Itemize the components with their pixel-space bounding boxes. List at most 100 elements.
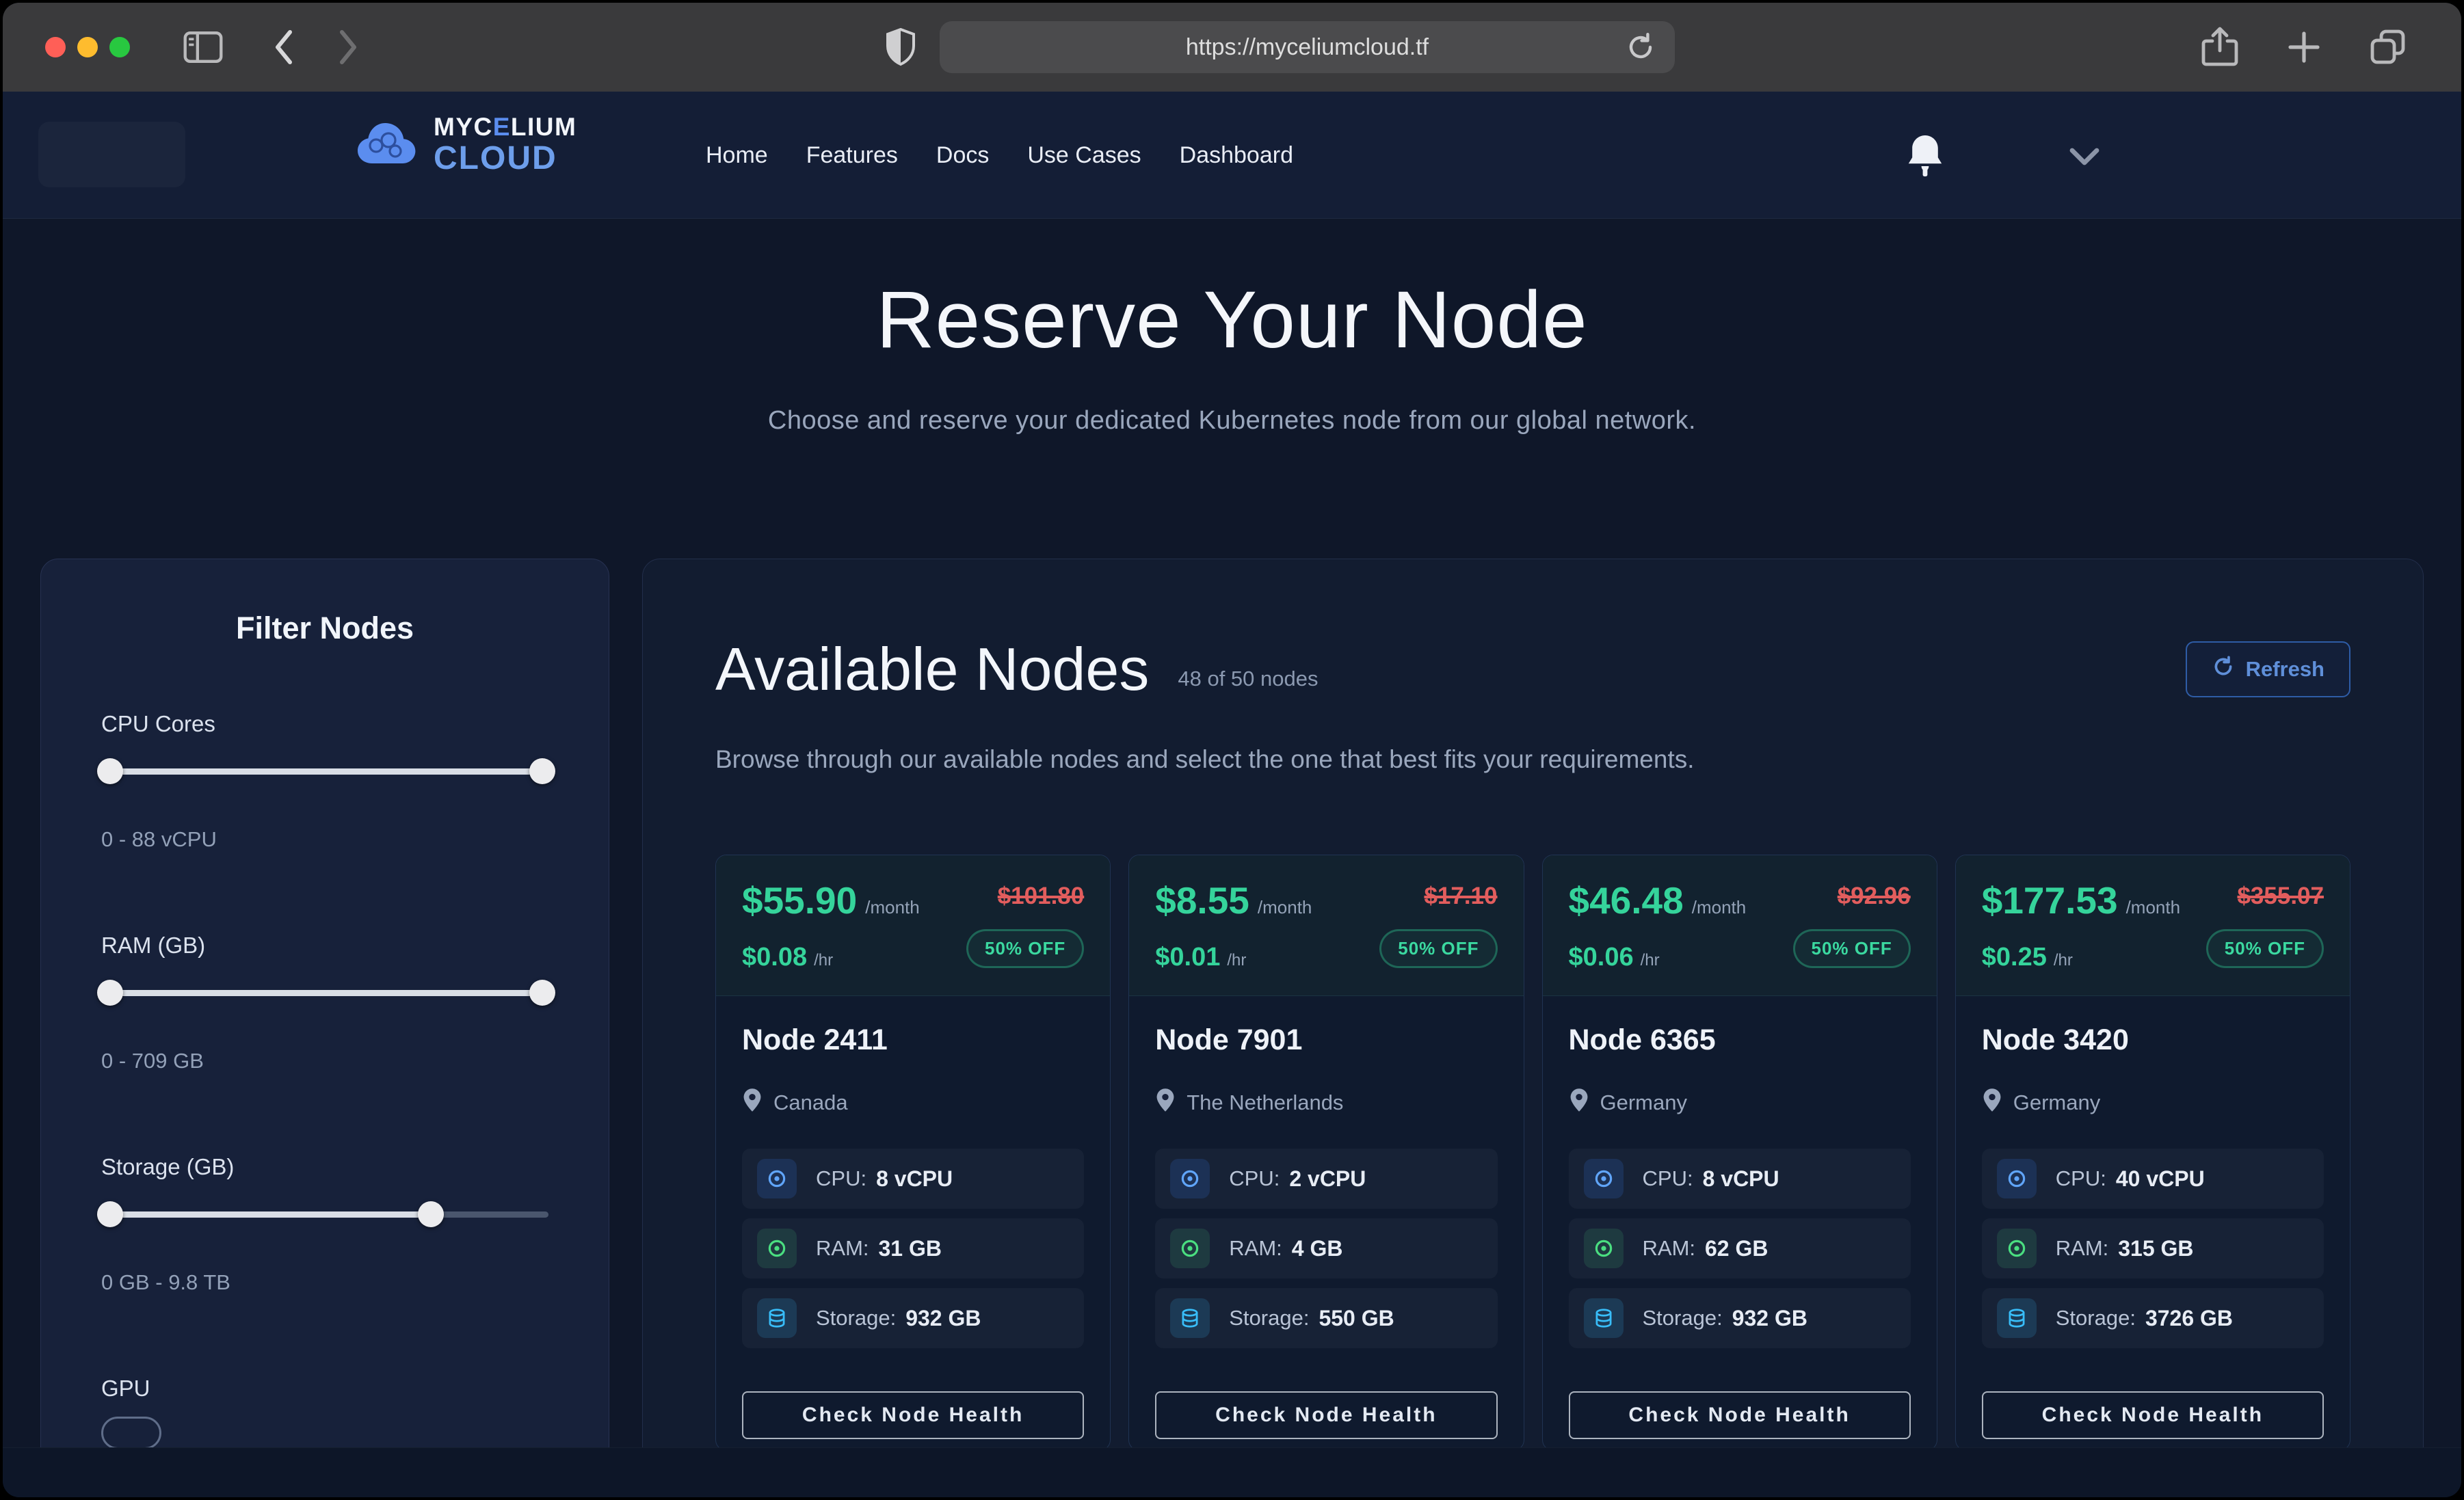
slider-track[interactable]	[101, 990, 548, 996]
ram-slider-min-handle[interactable]	[97, 980, 123, 1006]
brand-text: MYCELIUM CLOUD	[434, 114, 577, 175]
node-name: Node 7901	[1155, 1023, 1497, 1057]
storage-spec-value: 550 GB	[1319, 1306, 1394, 1331]
node-card: $8.55 /month $0.01 /hr $17.10 50% OFF No…	[1128, 855, 1524, 1447]
refresh-button[interactable]: Refresh	[2186, 641, 2350, 697]
storage-icon	[1997, 1298, 2037, 1338]
nav-links: Home Features Docs Use Cases Dashboard	[706, 92, 1293, 219]
ram-label: RAM (GB)	[101, 933, 548, 959]
storage-icon	[757, 1298, 797, 1338]
ram-spec-row: RAM: 62 GB	[1569, 1218, 1911, 1278]
check-node-health-button[interactable]: Check Node Health	[1569, 1391, 1911, 1439]
slider-track[interactable]	[101, 768, 548, 775]
monthly-price: $177.53	[1982, 879, 2118, 922]
cpu-icon	[757, 1159, 797, 1198]
node-pricing-header: $177.53 /month $0.25 /hr $355.07 50% OFF	[1956, 855, 2350, 996]
tab-overview-icon[interactable]	[2368, 26, 2408, 68]
url-text: https://myceliumcloud.tf	[1186, 34, 1429, 61]
cpu-slider-min-handle[interactable]	[97, 758, 123, 784]
reload-icon[interactable]	[1624, 31, 1657, 67]
page-content: MYCELIUM CLOUD Home Features Docs Use Ca…	[3, 92, 2461, 1447]
nav-link-docs[interactable]: Docs	[936, 142, 989, 169]
storage-spec-value: 932 GB	[1732, 1306, 1807, 1331]
privacy-shield-icon[interactable]	[885, 28, 916, 66]
slider-range	[101, 768, 548, 775]
storage-spec-label: Storage:	[1229, 1306, 1309, 1330]
url-bar[interactable]: https://myceliumcloud.tf	[940, 21, 1675, 73]
nav-link-use-cases[interactable]: Use Cases	[1027, 142, 1141, 169]
new-tab-icon[interactable]	[2285, 26, 2323, 68]
cpu-spec-row: CPU: 2 vCPU	[1155, 1149, 1497, 1209]
cpu-spec-row: CPU: 40 vCPU	[1982, 1149, 2324, 1209]
nav-link-features[interactable]: Features	[806, 142, 898, 169]
cpu-spec-row: CPU: 8 vCPU	[1569, 1149, 1911, 1209]
hourly-price: $0.25	[1982, 943, 2047, 972]
ram-slider[interactable]	[101, 979, 548, 1006]
cpu-spec-row: CPU: 8 vCPU	[742, 1149, 1084, 1209]
ram-icon	[1170, 1229, 1210, 1268]
cpu-spec-value: 8 vCPU	[1703, 1166, 1779, 1192]
ram-icon	[1584, 1229, 1624, 1268]
refresh-icon	[2212, 655, 2235, 684]
minimize-window-button[interactable]	[77, 37, 98, 57]
storage-slider[interactable]	[101, 1201, 548, 1228]
node-card-body: Node 3420 Germany CPU: 40 vCPU	[1956, 996, 2350, 1447]
back-icon[interactable]	[272, 29, 295, 65]
forward-icon[interactable]	[336, 29, 360, 65]
storage-label: Storage (GB)	[101, 1154, 548, 1180]
ram-spec-row: RAM: 4 GB	[1155, 1218, 1497, 1278]
ram-spec-value: 31 GB	[879, 1236, 942, 1261]
node-location: The Netherlands	[1187, 1090, 1343, 1115]
sidebar-toggle-icon[interactable]	[183, 31, 223, 64]
navbar-placeholder-block	[38, 122, 185, 187]
monthly-unit: /month	[865, 897, 920, 918]
ram-spec-label: RAM:	[816, 1236, 869, 1261]
node-count: 48 of 50 nodes	[1178, 667, 1318, 691]
node-card: $46.48 /month $0.06 /hr $92.96 50% OFF N…	[1542, 855, 1937, 1447]
available-nodes-title: Available Nodes	[715, 634, 1149, 704]
close-window-button[interactable]	[45, 37, 66, 57]
filter-panel: Filter Nodes CPU Cores 0 - 88 vCPU	[40, 559, 609, 1447]
hourly-unit: /hr	[2054, 951, 2073, 970]
page-title: Reserve Your Node	[3, 219, 2461, 366]
ram-slider-max-handle[interactable]	[529, 980, 555, 1006]
location-pin-icon	[742, 1087, 763, 1119]
slider-range	[101, 1211, 437, 1218]
cpu-spec-value: 2 vCPU	[1289, 1166, 1366, 1192]
check-node-health-button[interactable]: Check Node Health	[1982, 1391, 2324, 1439]
storage-icon	[1170, 1298, 1210, 1338]
storage-slider-max-handle[interactable]	[418, 1201, 444, 1227]
nav-link-home[interactable]: Home	[706, 142, 768, 169]
storage-spec-label: Storage:	[816, 1306, 896, 1330]
storage-spec-label: Storage:	[1643, 1306, 1723, 1330]
cpu-spec-value: 40 vCPU	[2116, 1166, 2205, 1192]
brand-logo[interactable]: MYCELIUM CLOUD	[353, 114, 577, 175]
window-bottom-band	[3, 1447, 2461, 1497]
node-pricing-header: $46.48 /month $0.06 /hr $92.96 50% OFF	[1543, 855, 1937, 996]
zoom-window-button[interactable]	[109, 37, 130, 57]
slider-track[interactable]	[101, 1211, 548, 1218]
filter-group-cpu: CPU Cores 0 - 88 vCPU	[101, 711, 548, 852]
notification-bell-icon[interactable]	[1904, 131, 1946, 183]
ram-spec-row: RAM: 31 GB	[742, 1218, 1084, 1278]
discount-badge: 50% OFF	[1379, 929, 1497, 968]
cloud-logo-icon	[353, 116, 421, 174]
check-node-health-button[interactable]: Check Node Health	[742, 1391, 1084, 1439]
account-chevron-down-icon[interactable]	[2067, 145, 2102, 173]
storage-slider-min-handle[interactable]	[97, 1201, 123, 1227]
cpu-icon	[1170, 1159, 1210, 1198]
cpu-spec-label: CPU:	[1229, 1166, 1280, 1191]
gpu-toggle[interactable]	[101, 1417, 161, 1447]
brand-word-cloud: CLOUD	[434, 142, 577, 175]
check-node-health-button[interactable]: Check Node Health	[1155, 1391, 1497, 1439]
cpu-spec-label: CPU:	[2056, 1166, 2106, 1191]
nav-link-dashboard[interactable]: Dashboard	[1180, 142, 1293, 169]
cpu-slider-max-handle[interactable]	[529, 758, 555, 784]
cpu-cores-label: CPU Cores	[101, 711, 548, 737]
share-icon[interactable]	[2200, 26, 2240, 68]
node-card: $177.53 /month $0.25 /hr $355.07 50% OFF…	[1955, 855, 2350, 1447]
node-card: $55.90 /month $0.08 /hr $101.80 50% OFF …	[715, 855, 1111, 1447]
available-nodes-panel: Available Nodes 48 of 50 nodes Refresh B…	[642, 559, 2424, 1447]
cpu-cores-slider[interactable]	[101, 758, 548, 785]
monthly-price: $46.48	[1569, 879, 1684, 922]
